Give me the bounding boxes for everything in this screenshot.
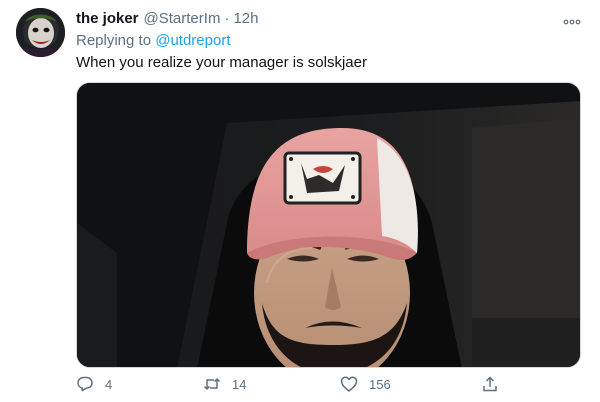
tweet-photo[interactable] bbox=[76, 82, 581, 368]
reply-action[interactable]: 4 bbox=[76, 375, 112, 393]
joker-avatar-image bbox=[16, 8, 65, 57]
reply-icon[interactable] bbox=[76, 375, 94, 393]
more-icon[interactable] bbox=[562, 14, 582, 25]
retweet-count: 14 bbox=[232, 376, 247, 392]
tweet-text: When you realize your manager is solskja… bbox=[76, 54, 367, 71]
photo-man-in-pink-cap bbox=[77, 83, 580, 367]
avatar[interactable] bbox=[16, 8, 65, 57]
reply-count: 4 bbox=[105, 376, 113, 392]
like-count: 156 bbox=[369, 376, 391, 392]
user-handle[interactable]: @StarterIm bbox=[144, 10, 221, 27]
share-icon[interactable] bbox=[481, 375, 499, 393]
like-icon[interactable] bbox=[340, 375, 358, 393]
retweet-action[interactable]: 14 bbox=[203, 375, 246, 393]
replying-to-link[interactable]: @utdreport bbox=[155, 32, 230, 49]
retweet-icon[interactable] bbox=[203, 375, 221, 393]
replying-to-line: Replying to @utdreport bbox=[76, 32, 230, 49]
like-action[interactable]: 156 bbox=[340, 375, 391, 393]
timestamp[interactable]: 12h bbox=[233, 10, 258, 27]
replying-to-label: Replying to bbox=[76, 32, 152, 49]
tweet-actions: 4 14 156 bbox=[76, 375, 581, 397]
tweet-header: the joker @StarterIm · 12h bbox=[76, 10, 258, 27]
share-action[interactable] bbox=[481, 375, 499, 393]
display-name[interactable]: the joker bbox=[76, 10, 139, 27]
separator-dot: · bbox=[224, 10, 230, 27]
